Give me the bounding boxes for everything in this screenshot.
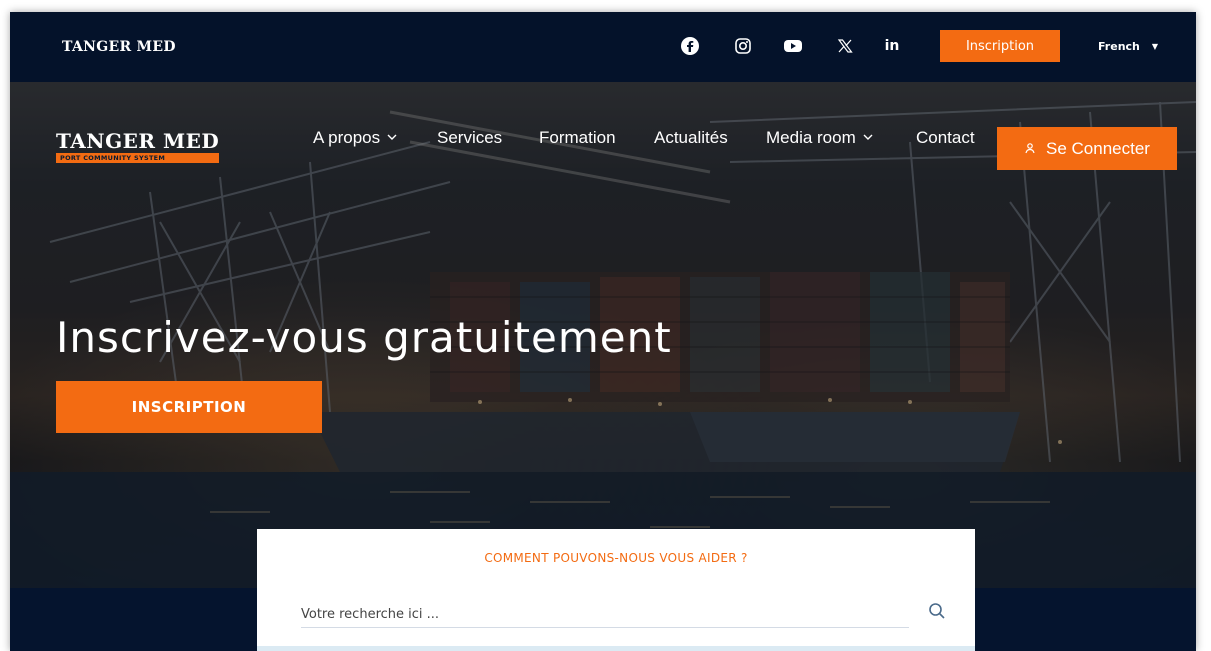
logo-subtitle: PORT COMMUNITY SYSTEM: [56, 153, 220, 163]
login-label: Se Connecter: [1046, 138, 1150, 158]
top-bar: TANGER MED in Inscription French ▼: [10, 12, 1196, 82]
top-brand[interactable]: TANGER MED: [62, 39, 176, 55]
search-card-footer: [257, 646, 975, 651]
hero-title: Inscrivez-vous gratuitement: [56, 313, 672, 362]
search-heading: COMMENT POUVONS-NOUS VOUS AIDER ?: [484, 551, 748, 565]
nav-label: Contact: [916, 128, 975, 147]
nav-item-services[interactable]: Services: [437, 128, 502, 148]
chevron-down-icon: [862, 128, 874, 148]
nav-item-a-propos[interactable]: A propos: [313, 128, 398, 148]
hero-inscription-button[interactable]: INSCRIPTION: [56, 381, 322, 433]
search-input[interactable]: [301, 601, 909, 628]
nav-label: Formation: [539, 128, 616, 147]
youtube-icon[interactable]: [783, 36, 803, 56]
page-frame: TANGER MED in Inscription French ▼ TANGE…: [10, 12, 1196, 651]
nav-label: Media room: [766, 128, 856, 147]
nav-item-formation[interactable]: Formation: [539, 128, 616, 148]
user-icon: [1024, 139, 1036, 159]
top-inscription-button[interactable]: Inscription: [940, 30, 1060, 62]
linkedin-icon[interactable]: in: [882, 36, 902, 56]
caret-down-icon: ▼: [1151, 42, 1159, 51]
search-icon[interactable]: [927, 601, 947, 621]
language-selector[interactable]: French ▼: [1098, 40, 1158, 53]
nav-label: Actualités: [654, 128, 728, 147]
x-icon[interactable]: [835, 36, 855, 56]
logo-title: TANGER MED: [56, 129, 220, 153]
login-button[interactable]: Se Connecter: [997, 127, 1177, 170]
logo[interactable]: TANGER MED PORT COMMUNITY SYSTEM: [56, 129, 220, 163]
chevron-down-icon: [386, 128, 398, 148]
nav-item-actualites[interactable]: Actualités: [654, 128, 728, 148]
language-label: French: [1098, 40, 1140, 53]
search-card: COMMENT POUVONS-NOUS VOUS AIDER ?: [257, 529, 975, 651]
nav-label: Services: [437, 128, 503, 147]
nav-label: A propos: [313, 128, 381, 147]
nav-item-contact[interactable]: Contact: [916, 128, 975, 148]
facebook-icon[interactable]: [680, 36, 700, 56]
instagram-icon[interactable]: [733, 36, 753, 56]
hero-section: TANGER MED PORT COMMUNITY SYSTEM A propo…: [10, 82, 1196, 588]
nav-item-media-room[interactable]: Media room: [766, 128, 874, 148]
